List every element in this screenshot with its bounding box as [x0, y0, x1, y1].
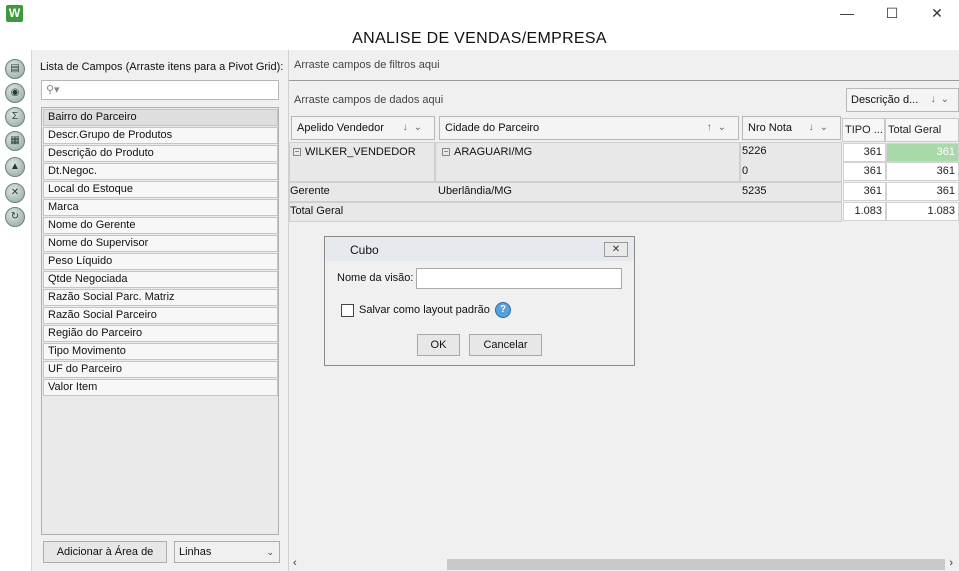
sort-filter-icon: ↓⌄ [930, 94, 954, 105]
grand-total-label: Total Geral [290, 205, 344, 217]
row-header-nota[interactable]: 5226 [742, 145, 766, 157]
value-cell[interactable]: 361 [843, 143, 886, 162]
save-default-checkbox[interactable] [341, 304, 354, 317]
field-item[interactable]: Razão Social Parc. Matriz [43, 289, 278, 306]
field-item[interactable]: Marca [43, 199, 278, 216]
field-item[interactable]: Bairro do Parceiro [43, 109, 278, 126]
field-item[interactable]: Peso Líquido [43, 253, 278, 270]
help-icon[interactable]: ? [495, 302, 511, 318]
import-icon[interactable]: ▲ [5, 157, 25, 177]
sort-filter-icon: ↓⌄ [402, 122, 428, 133]
save-default-label[interactable]: Salvar como layout padrão [359, 304, 490, 316]
dialog-title-bar: Cubo ✕ [325, 237, 634, 261]
value-cell[interactable]: 361 [886, 143, 959, 162]
sort-filter-icon: ↑⌄ [706, 122, 732, 133]
field-item[interactable]: Nome do Supervisor [43, 235, 278, 252]
scroll-right-icon[interactable]: › [949, 557, 953, 569]
view-name-input[interactable] [416, 268, 622, 289]
field-item[interactable]: Dt.Negoc. [43, 163, 278, 180]
value-cell[interactable]: 361 [843, 182, 886, 201]
value-cell[interactable]: 361 [843, 162, 886, 181]
sort-filter-icon: ↓⌄ [808, 122, 834, 133]
collapse-icon[interactable]: − [293, 148, 301, 157]
field-item[interactable]: Valor Item [43, 379, 278, 396]
cubo-dialog: Cubo ✕ Nome da visão: Salvar como layout… [324, 236, 635, 366]
row-field-label: Apelido Vendedor [297, 122, 384, 134]
filter-drop-area[interactable]: Arraste campos de filtros aqui [294, 59, 440, 71]
field-list-panel: Lista de Campos (Arraste itens para a Pi… [31, 50, 289, 571]
scroll-left-icon[interactable]: ‹ [293, 557, 297, 569]
export-icon[interactable]: ▤ [5, 59, 25, 79]
dialog-title: Cubo [350, 243, 379, 257]
grid-icon[interactable]: ▦ [5, 131, 25, 151]
field-list: Bairro do Parceiro Descr.Grupo de Produt… [41, 107, 279, 535]
app-logo: W [6, 5, 23, 22]
sum-icon[interactable]: Σ [5, 107, 25, 127]
row-header-label: WILKER_VENDEDOR [305, 146, 416, 158]
row-header-vendedor[interactable]: − WILKER_VENDEDOR [293, 146, 416, 158]
camera-icon[interactable]: ◉ [5, 83, 25, 103]
field-item[interactable]: Descrição do Produto [43, 145, 278, 162]
ok-button[interactable]: OK [417, 334, 460, 356]
row-header-nota[interactable]: 0 [742, 165, 748, 177]
chevron-down-icon: ⌄ [266, 547, 274, 557]
value-cell[interactable]: 361 [886, 162, 959, 181]
scrollbar-thumb[interactable] [447, 559, 945, 570]
dialog-close-icon[interactable]: ✕ [604, 242, 628, 257]
refresh-icon[interactable]: ↻ [5, 207, 25, 227]
field-item[interactable]: Tipo Movimento [43, 343, 278, 360]
column-header-total-geral[interactable]: Total Geral [885, 118, 959, 142]
add-to-area-button[interactable]: Adicionar à Área de [43, 541, 167, 563]
field-item[interactable]: Região do Parceiro [43, 325, 278, 342]
row-header-nota[interactable]: 5235 [742, 185, 766, 197]
search-input[interactable]: ⚲▾ [41, 80, 279, 100]
grand-total-cell[interactable]: 1.083 [886, 202, 959, 221]
row-header-cidade[interactable]: Uberlândia/MG [438, 185, 512, 197]
close-icon[interactable]: ✕ [915, 3, 959, 25]
field-item[interactable]: Descr.Grupo de Produtos [43, 127, 278, 144]
field-item[interactable]: UF do Parceiro [43, 361, 278, 378]
toolstrip: ▤ ◉ Σ ▦ ▲ ✕ ↻ [0, 50, 30, 571]
field-item[interactable]: Local do Estoque [43, 181, 278, 198]
field-item[interactable]: Nome do Gerente [43, 217, 278, 234]
collapse-icon[interactable]: − [442, 148, 450, 157]
column-field-button[interactable]: Descrição d... ↓⌄ [846, 88, 959, 112]
row-field-label: Cidade do Parceiro [445, 122, 540, 134]
row-field-cidade-parceiro[interactable]: Cidade do Parceiro ↑⌄ [439, 116, 739, 140]
row-area-total [289, 202, 842, 222]
value-cell[interactable]: 361 [886, 182, 959, 201]
row-header-cidade[interactable]: − ARAGUARI/MG [442, 146, 532, 158]
window-title: ANALISE DE VENDAS/EMPRESA [352, 30, 607, 47]
row-header-label: ARAGUARI/MG [454, 146, 533, 158]
area-select-value: Linhas [179, 546, 212, 558]
search-icon: ⚲▾ [46, 84, 60, 96]
column-header-tipo[interactable]: TIPO ... [842, 118, 885, 142]
minimize-icon[interactable]: — [825, 3, 869, 25]
field-list-label: Lista de Campos (Arraste itens para a Pi… [40, 61, 284, 73]
maximize-icon[interactable]: ☐ [870, 3, 914, 25]
cancel-button[interactable]: Cancelar [469, 334, 542, 356]
grand-total-cell[interactable]: 1.083 [843, 202, 886, 221]
horizontal-scrollbar[interactable]: ‹ › [289, 557, 959, 571]
view-name-label: Nome da visão: [337, 272, 414, 284]
data-drop-area[interactable]: Arraste campos de dados aqui [294, 94, 443, 106]
row-field-apelido-vendedor[interactable]: Apelido Vendedor ↓⌄ [291, 116, 435, 140]
title-bar: W — ☐ ✕ [0, 0, 959, 28]
row-header-vendedor[interactable]: Gerente [290, 185, 330, 197]
field-item[interactable]: Qtde Negociada [43, 271, 278, 288]
row-field-label: Nro Nota [748, 122, 793, 134]
row-field-nro-nota[interactable]: Nro Nota ↓⌄ [742, 116, 841, 140]
column-field-label: Descrição d... [851, 94, 919, 106]
field-item[interactable]: Razão Social Parceiro [43, 307, 278, 324]
expand-icon[interactable]: ✕ [5, 183, 25, 203]
area-select[interactable]: Linhas ⌄ [174, 541, 280, 563]
divider [289, 80, 959, 81]
